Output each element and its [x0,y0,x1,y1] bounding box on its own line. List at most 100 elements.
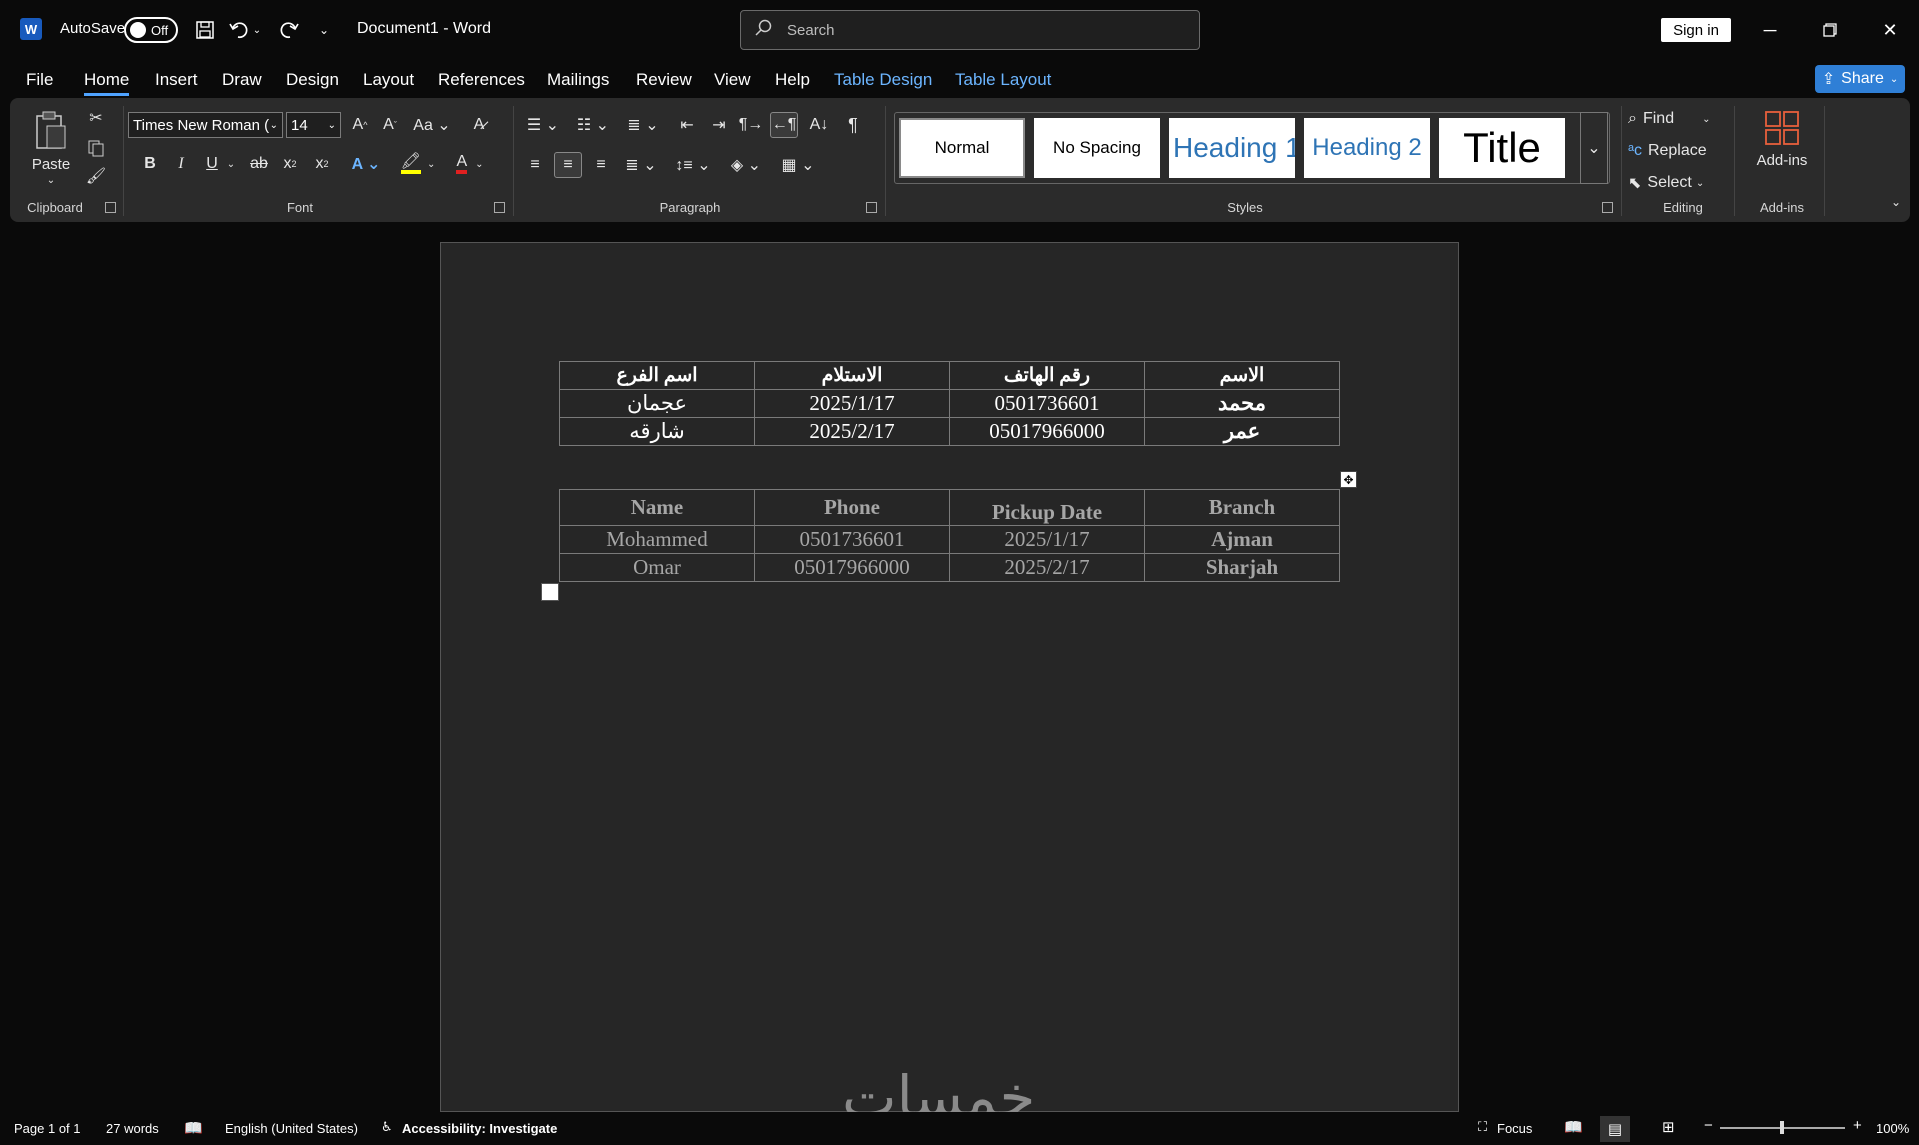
align-right-icon[interactable]: ≡ [588,152,614,178]
autosave-toggle[interactable]: Off [124,17,178,43]
zoom-slider-thumb[interactable] [1780,1121,1784,1134]
subscript-icon[interactable]: x2 [278,152,302,176]
table-cell[interactable]: Sharjah [1144,553,1340,582]
font-launcher-icon[interactable] [494,202,505,213]
font-family-input[interactable]: Times New Roman ( ⌄ [128,112,283,138]
align-left-icon[interactable]: ≡ [522,152,548,178]
zoom-out-icon[interactable]: − [1704,1117,1713,1134]
read-mode-icon[interactable]: 📖 [1564,1118,1583,1136]
style-heading-2[interactable]: Heading 2 [1304,118,1430,178]
increase-indent-icon[interactable]: ⇥ [706,112,732,138]
highlight-color-icon[interactable]: 🖍 ⌄ [396,152,440,176]
arabic-table[interactable]: اسم الفرع الاستلام رقم الهاتف الاسم عجما… [559,361,1340,446]
web-layout-icon[interactable]: ⊞ [1662,1118,1675,1136]
table-cell[interactable]: 05017966000 [949,417,1145,446]
tab-design[interactable]: Design [286,70,339,90]
bold-icon[interactable]: B [138,152,162,176]
table-cell[interactable]: 2025/1/17 [949,525,1145,554]
format-painter-icon[interactable]: 🖌 [84,164,108,188]
paste-dropdown-icon[interactable]: ⌄ [44,174,58,186]
cut-icon[interactable]: ✂ [84,106,108,130]
numbering-icon[interactable]: ☷ ⌄ [572,112,614,138]
style-no-spacing[interactable]: No Spacing [1034,118,1160,178]
paste-label[interactable]: Paste [30,154,72,174]
add-ins-label[interactable]: Add-ins [1746,150,1818,170]
tab-help[interactable]: Help [775,70,810,90]
table-header-cell[interactable]: الاسم [1144,361,1340,390]
table-header-cell[interactable]: اسم الفرع [559,361,755,390]
minimize-icon[interactable]: ─ [1750,14,1790,46]
strikethrough-icon[interactable]: ab [246,152,272,176]
table-cell[interactable]: Mohammed [559,525,755,554]
superscript-icon[interactable]: x2 [310,152,334,176]
borders-icon[interactable]: ▦ ⌄ [776,152,820,178]
clear-formatting-icon[interactable]: A̷ [466,112,492,138]
styles-launcher-icon[interactable] [1602,202,1613,213]
sign-in-button[interactable]: Sign in [1661,18,1731,42]
table-header-cell[interactable]: Name [559,489,755,526]
add-ins-icon[interactable] [1750,106,1814,150]
table-header-cell[interactable]: Phone [754,489,950,526]
table-move-handle-icon[interactable]: ✥ [1340,471,1357,488]
table-resize-handle[interactable] [541,583,559,601]
share-button[interactable]: ⇪ Share ⌄ [1815,65,1905,93]
grow-font-icon[interactable]: A ^ [347,112,373,138]
tab-table-layout[interactable]: Table Layout [955,70,1051,90]
table-cell[interactable]: شارقه [559,417,755,446]
copy-icon[interactable] [84,136,108,160]
tab-layout[interactable]: Layout [363,70,414,90]
close-icon[interactable]: ✕ [1870,14,1910,46]
style-title[interactable]: Title [1439,118,1565,178]
styles-more-icon[interactable]: ⌄ [1580,112,1608,184]
paragraph-launcher-icon[interactable] [866,202,877,213]
clipboard-launcher-icon[interactable] [105,202,116,213]
focus-label[interactable]: Focus [1497,1121,1532,1136]
table-header-cell[interactable]: رقم الهاتف [949,361,1145,390]
style-heading-1[interactable]: Heading 1 [1169,118,1295,178]
style-normal[interactable]: Normal [899,118,1025,178]
text-effects-icon[interactable]: A ⌄ [346,152,386,176]
shading-icon[interactable]: ◈ ⌄ [724,152,768,178]
tab-insert[interactable]: Insert [155,70,198,90]
replace-button[interactable]: ᵃc Replace [1628,138,1728,164]
table-header-cell[interactable]: Branch [1144,489,1340,526]
redo-icon[interactable] [274,16,302,44]
table-cell[interactable]: عمر [1144,417,1340,446]
change-case-icon[interactable]: Aa ⌄ [412,112,452,138]
language[interactable]: English (United States) [225,1121,358,1136]
table-cell[interactable]: محمد [1144,389,1340,418]
underline-icon[interactable]: U [200,152,224,176]
table-cell[interactable]: 2025/2/17 [949,553,1145,582]
page-count[interactable]: Page 1 of 1 [14,1121,81,1136]
table-cell[interactable]: Ajman [1144,525,1340,554]
save-icon[interactable] [191,16,219,44]
table-cell[interactable]: 2025/2/17 [754,417,950,446]
italic-icon[interactable]: I [169,152,193,176]
focus-icon[interactable]: ⛶ [1478,1119,1487,1135]
zoom-level[interactable]: 100% [1876,1121,1909,1136]
collapse-ribbon-icon[interactable]: ⌄ [1886,192,1906,212]
justify-icon[interactable]: ≣ ⌄ [620,152,662,178]
underline-dropdown-icon[interactable]: ⌄ [224,152,238,176]
print-layout-icon[interactable]: ▤ [1600,1116,1630,1142]
ltr-direction-icon[interactable]: ¶→ [738,112,764,138]
table-header-cell[interactable]: Pickup Date [949,489,1145,526]
shrink-font-icon[interactable]: Aˇ [377,112,403,138]
tab-view[interactable]: View [714,70,751,90]
table-cell[interactable]: Omar [559,553,755,582]
multilevel-list-icon[interactable]: ≣ ⌄ [622,112,664,138]
table-cell[interactable]: 2025/1/17 [754,389,950,418]
decrease-indent-icon[interactable]: ⇤ [674,112,700,138]
show-formatting-icon[interactable]: ¶ [840,112,866,138]
table-cell[interactable]: عجمان [559,389,755,418]
word-count[interactable]: 27 words [106,1121,159,1136]
sort-icon[interactable]: A↓ [806,112,832,138]
tab-review[interactable]: Review [636,70,692,90]
zoom-in-icon[interactable]: + [1853,1117,1862,1134]
tab-file[interactable]: File [26,70,53,90]
table-header-cell[interactable]: الاستلام [754,361,950,390]
search-box[interactable]: Search [740,10,1200,50]
tab-draw[interactable]: Draw [222,70,262,90]
font-size-input[interactable]: 14 ⌄ [286,112,341,138]
table-cell[interactable]: 05017966000 [754,553,950,582]
